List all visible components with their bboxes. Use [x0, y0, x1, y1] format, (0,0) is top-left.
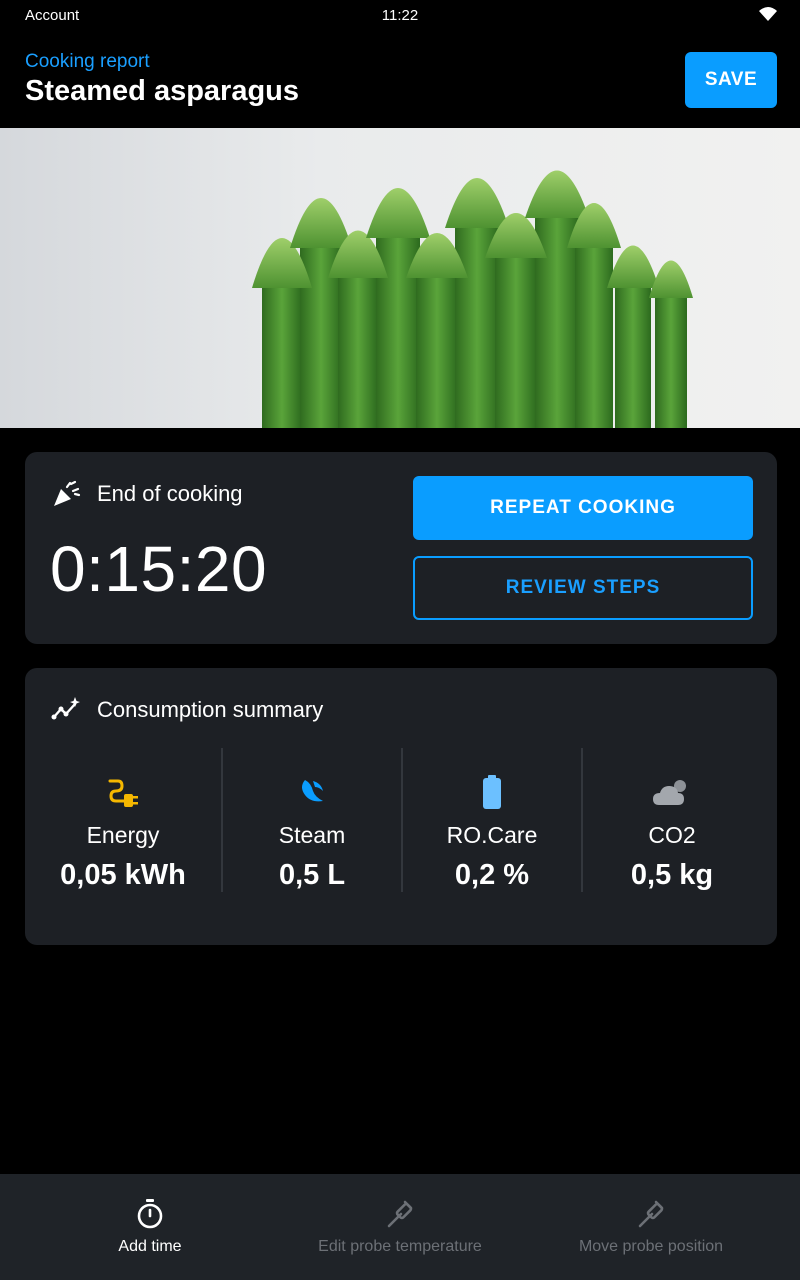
metric-rocare-value: 0,2 %: [454, 859, 530, 891]
header: Cooking report Steamed asparagus SAVE: [0, 32, 800, 128]
end-of-cooking-card: End of cooking 0:15:20 REPEAT COOKING RE…: [25, 452, 777, 644]
page-title: Steamed asparagus: [25, 75, 300, 107]
sparkle-chart-icon: [50, 694, 82, 726]
stopwatch-icon: [136, 1198, 164, 1230]
add-time-label: Add time: [118, 1238, 182, 1255]
probe-icon: [637, 1198, 665, 1230]
metric-steam-value: 0,5 L: [278, 859, 346, 891]
cooking-duration: 0:15:20: [50, 533, 268, 605]
wifi-icon: [758, 6, 778, 26]
move-probe-position-label: Move probe position: [578, 1238, 724, 1255]
metric-energy-name: Energy: [86, 822, 160, 848]
consumption-summary-card: Consumption summary Energy 0,05 kWh Stea…: [25, 668, 777, 945]
consumption-metrics: Energy 0,05 kWh Steam 0,5 L RO.Care 0,2 …: [25, 748, 777, 892]
bottom-action-bar: Add time Edit probe temperature Move pro…: [0, 1174, 800, 1280]
metric-rocare-name: RO.Care: [446, 822, 538, 848]
add-time-button[interactable]: Add time: [17, 1174, 283, 1280]
move-probe-position-button[interactable]: Move probe position: [518, 1174, 784, 1280]
repeat-cooking-button[interactable]: REPEAT COOKING: [413, 476, 753, 540]
edit-probe-temperature-label: Edit probe temperature: [318, 1238, 482, 1255]
steam-icon: [297, 775, 327, 809]
metric-co2-value: 0,5 kg: [630, 859, 714, 891]
metric-co2: CO2 0,5 kg: [581, 748, 761, 892]
metric-steam-name: Steam: [278, 822, 346, 848]
metric-steam: Steam 0,5 L: [221, 748, 401, 892]
clock: 11:22: [381, 7, 419, 24]
save-button[interactable]: SAVE: [685, 52, 777, 108]
page-subtitle: Cooking report: [25, 51, 150, 72]
edit-probe-temperature-button[interactable]: Edit probe temperature: [267, 1174, 533, 1280]
metric-energy: Energy 0,05 kWh: [25, 748, 221, 892]
party-popper-icon: [50, 478, 82, 510]
metric-energy-value: 0,05 kWh: [60, 859, 186, 891]
review-steps-button[interactable]: REVIEW STEPS: [413, 556, 753, 620]
metric-rocare: RO.Care 0,2 %: [401, 748, 581, 892]
cloud-icon: [653, 775, 691, 809]
battery-icon: [482, 775, 502, 809]
probe-icon: [386, 1198, 414, 1230]
status-bar: Account 11:22: [0, 0, 800, 32]
recipe-photo: [0, 128, 800, 428]
metric-co2-name: CO2: [648, 822, 696, 848]
consumption-summary-label: Consumption summary: [97, 697, 324, 722]
end-of-cooking-label: End of cooking: [97, 481, 243, 506]
plug-icon: [106, 775, 140, 809]
